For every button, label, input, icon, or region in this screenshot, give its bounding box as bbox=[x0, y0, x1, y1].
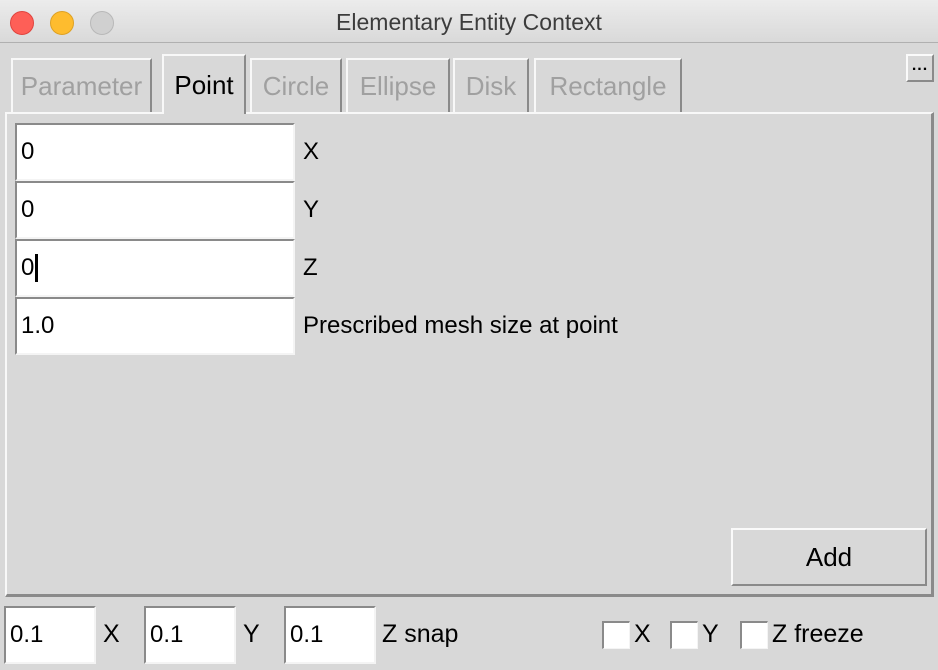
y-freeze-checkbox[interactable] bbox=[670, 621, 698, 649]
z-snap-value: 0.1 bbox=[290, 621, 324, 648]
mesh-size-input[interactable]: 1.0 bbox=[15, 297, 295, 355]
tab-circle[interactable]: Circle bbox=[250, 58, 342, 112]
x-coordinate-input[interactable]: 0 bbox=[15, 123, 295, 181]
z-freeze-label: Z freeze bbox=[772, 620, 864, 648]
tab-parameter[interactable]: Parameter bbox=[11, 58, 152, 112]
text-caret bbox=[35, 254, 39, 282]
x-coordinate-value: 0 bbox=[21, 138, 35, 165]
tab-point[interactable]: Point bbox=[162, 54, 246, 114]
z-snap-input[interactable]: 0.1 bbox=[284, 606, 376, 664]
title-bar: Elementary Entity Context bbox=[0, 0, 938, 43]
x-freeze-label: X bbox=[634, 620, 651, 648]
y-snap-label: Y bbox=[243, 620, 260, 648]
more-options-button[interactable]: ... bbox=[906, 54, 934, 82]
y-snap-input[interactable]: 0.1 bbox=[144, 606, 236, 664]
y-coordinate-input[interactable]: 0 bbox=[15, 181, 295, 239]
z-snap-label: Z snap bbox=[382, 620, 459, 648]
tab-disk[interactable]: Disk bbox=[453, 58, 529, 112]
z-coordinate-value: 0 bbox=[21, 254, 35, 281]
add-button[interactable]: Add bbox=[731, 528, 927, 586]
y-coordinate-value: 0 bbox=[21, 196, 35, 223]
y-coordinate-label: Y bbox=[303, 196, 320, 223]
x-freeze-checkbox[interactable] bbox=[602, 621, 630, 649]
x-snap-input[interactable]: 0.1 bbox=[4, 606, 96, 664]
x-snap-label: X bbox=[103, 620, 120, 648]
y-freeze-label: Y bbox=[702, 620, 719, 648]
mesh-size-value: 1.0 bbox=[21, 312, 55, 339]
mesh-size-label: Prescribed mesh size at point bbox=[303, 312, 618, 339]
tab-rectangle[interactable]: Rectangle bbox=[534, 58, 682, 112]
x-coordinate-label: X bbox=[303, 138, 320, 165]
z-coordinate-label: Z bbox=[303, 254, 318, 281]
z-coordinate-input[interactable]: 0 bbox=[15, 239, 295, 297]
window-title: Elementary Entity Context bbox=[336, 9, 602, 35]
tab-ellipse[interactable]: Ellipse bbox=[346, 58, 450, 112]
point-tab-panel: 0 X 0 Y 0 Z 1.0 Prescribed mesh size at … bbox=[5, 112, 934, 597]
y-snap-value: 0.1 bbox=[150, 621, 184, 648]
z-freeze-checkbox[interactable] bbox=[740, 621, 768, 649]
x-snap-value: 0.1 bbox=[10, 621, 44, 648]
